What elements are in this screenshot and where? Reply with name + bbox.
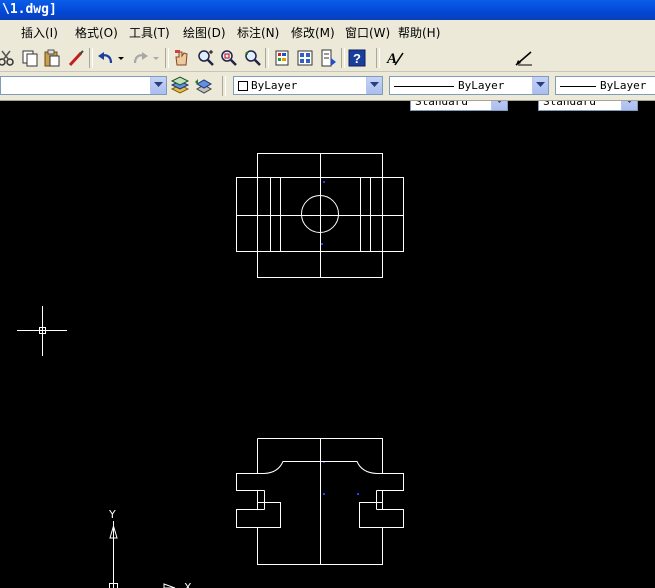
tool-palettes-icon[interactable]	[318, 48, 338, 68]
menu-tools[interactable]: 工具(T)	[129, 24, 170, 41]
standard-toolbar: ? A Standard Standard	[0, 44, 655, 111]
ucs-x-arrow	[163, 583, 176, 588]
toolbar-separator	[222, 76, 226, 96]
layer-manager-icon[interactable]	[170, 76, 190, 96]
drawing-canvas[interactable]: Y X	[0, 101, 655, 588]
copy-icon[interactable]	[20, 48, 40, 68]
top-view	[236, 153, 404, 278]
layer-select[interactable]	[0, 76, 167, 95]
linetype-select[interactable]: ByLayer	[389, 76, 549, 95]
marker	[321, 243, 323, 245]
left-step	[257, 502, 281, 528]
dim-style-icon[interactable]	[514, 48, 534, 68]
right-step	[359, 502, 383, 528]
zoom-window-icon[interactable]	[219, 48, 239, 68]
ucs-icon	[109, 521, 176, 588]
linetype-value: ByLayer	[458, 79, 505, 92]
help-icon[interactable]: ?	[347, 48, 367, 68]
zoom-realtime-icon[interactable]	[196, 48, 216, 68]
dim-markers	[321, 181, 359, 495]
marker	[357, 493, 359, 495]
toolbar-separator	[341, 48, 345, 68]
toolbar-separator	[265, 48, 269, 68]
undo-icon[interactable]	[96, 48, 116, 68]
chevron-down-icon[interactable]	[366, 77, 382, 94]
design-center-icon[interactable]	[295, 48, 315, 68]
menu-bar: 插入(I) 格式(O) 工具(T) 绘图(D) 标注(N) 修改(M) 窗口(W…	[0, 20, 655, 44]
layers-properties-toolbar: ByLayer ByLayer ByLayer	[0, 72, 655, 101]
lineweight-swatch	[560, 85, 596, 87]
paste-icon[interactable]	[42, 48, 62, 68]
properties-icon[interactable]	[272, 48, 292, 68]
pan-icon[interactable]	[172, 48, 192, 68]
menu-insert[interactable]: 插入(I)	[21, 24, 58, 41]
menu-help[interactable]: 帮助(H)	[398, 24, 440, 41]
menu-window[interactable]: 窗口(W)	[345, 24, 390, 41]
marker	[323, 181, 325, 183]
chevron-down-icon[interactable]	[532, 77, 548, 94]
linetype-value-wrap: ByLayer	[394, 77, 504, 94]
ucs-y-label: Y	[108, 508, 116, 521]
lineweight-select[interactable]: ByLayer	[555, 76, 655, 95]
color-value-wrap: ByLayer	[238, 77, 297, 94]
ucs-x-label: X	[184, 581, 192, 588]
undo-dropdown-icon[interactable]	[117, 48, 125, 68]
toolbar-separator	[165, 48, 169, 68]
title-bar: \1.dwg]	[0, 0, 655, 20]
crosshair-cursor	[17, 306, 67, 356]
toolbar-separator	[376, 48, 380, 68]
linetype-swatch	[394, 85, 454, 87]
color-swatch	[238, 81, 248, 91]
text-style-icon[interactable]: A	[385, 48, 405, 68]
redo-icon[interactable]	[130, 48, 150, 68]
match-properties-icon[interactable]	[66, 48, 86, 68]
redo-dropdown-icon[interactable]	[152, 48, 160, 68]
marker	[323, 493, 325, 495]
menu-modify[interactable]: 修改(M)	[291, 24, 335, 41]
color-select[interactable]: ByLayer	[233, 76, 383, 95]
layer-previous-icon[interactable]	[193, 76, 213, 96]
menu-dimension[interactable]: 标注(N)	[237, 24, 279, 41]
menu-format[interactable]: 格式(O)	[75, 24, 118, 41]
cut-icon[interactable]	[0, 48, 16, 68]
zoom-previous-icon[interactable]	[242, 48, 262, 68]
window-title: \1.dwg]	[2, 2, 57, 17]
toolbar-separator	[89, 48, 93, 68]
menu-draw[interactable]: 绘图(D)	[183, 24, 226, 41]
front-view	[236, 438, 404, 565]
svg-text:?: ?	[353, 51, 361, 66]
lineweight-value: ByLayer	[600, 79, 647, 92]
lineweight-value-wrap: ByLayer	[560, 77, 646, 94]
chevron-down-icon[interactable]	[150, 77, 166, 94]
color-value: ByLayer	[251, 79, 298, 92]
